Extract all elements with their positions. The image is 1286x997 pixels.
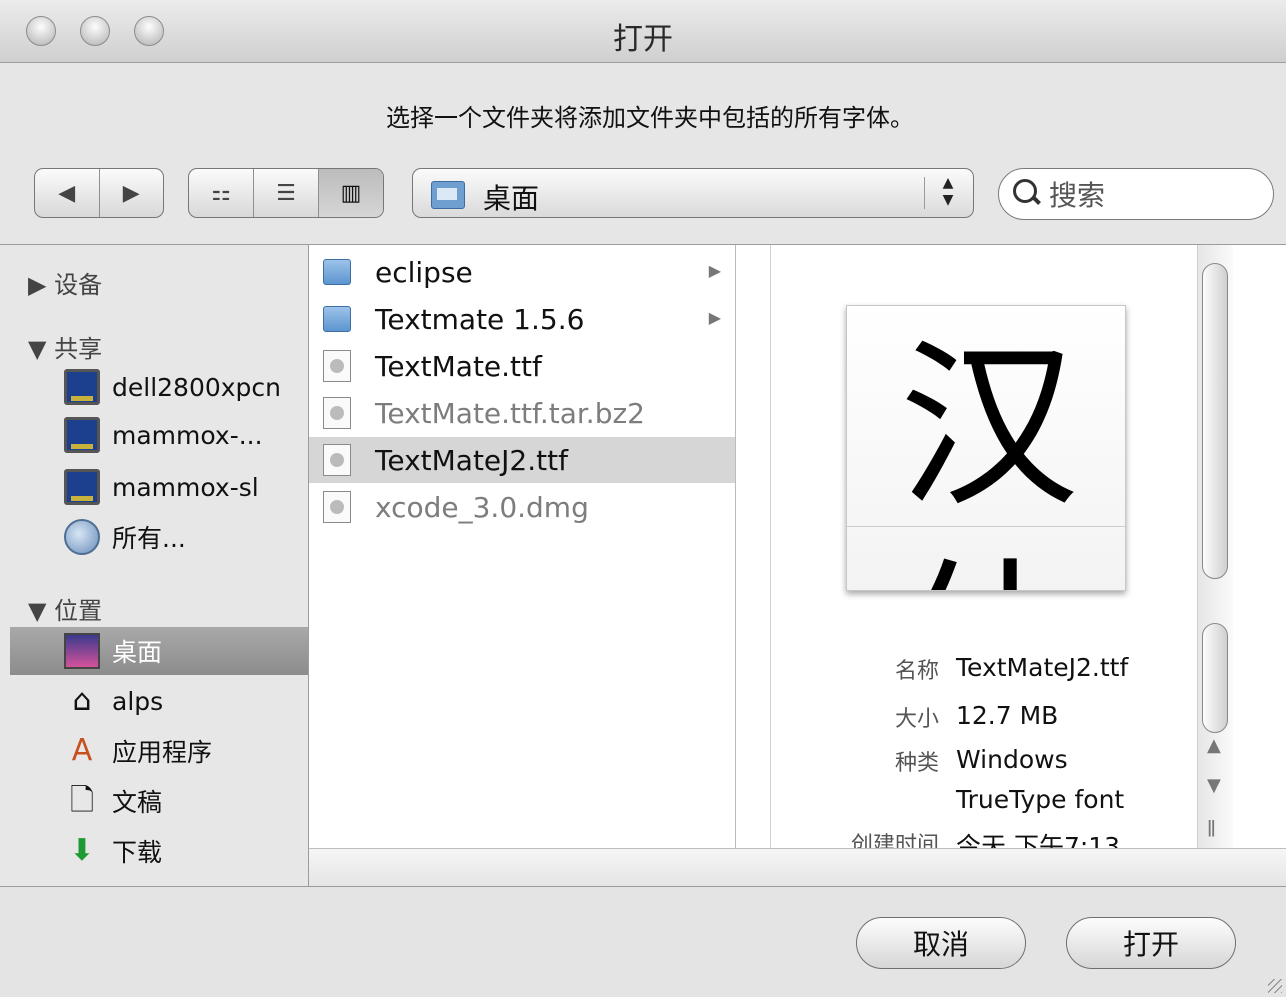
info-created-row: 创建时间 今天 下午7:13 bbox=[850, 832, 1121, 848]
applications-icon: A bbox=[71, 733, 93, 768]
file-item-eclipse[interactable]: eclipse ▶ bbox=[309, 249, 735, 295]
disclosure-arrow-icon: ▶ bbox=[708, 308, 721, 327]
folder-icon bbox=[323, 259, 351, 285]
file-item-xcode-dmg[interactable]: xcode_3.0.dmg bbox=[309, 484, 735, 530]
disclosure-expanded-icon: ▼ bbox=[28, 597, 55, 625]
horizontal-scrollbar[interactable] bbox=[309, 848, 1286, 888]
dialog-footer: 取消 打开 bbox=[0, 886, 1286, 997]
search-input[interactable] bbox=[1047, 175, 1261, 215]
location-label: 桌面 bbox=[483, 182, 540, 215]
file-item-textmate-folder[interactable]: Textmate 1.5.6 ▶ bbox=[309, 296, 735, 342]
column-view-button[interactable]: ▥ bbox=[319, 169, 383, 217]
view-mode-segment: ⚏ ☰ ▥ bbox=[188, 168, 384, 218]
sidebar: ▶ 设备 ▼ 共享 dell2800xpcn mammox-... mammox… bbox=[0, 245, 309, 887]
disclosure-arrow-icon: ▶ bbox=[708, 261, 721, 280]
sidebar-item-applications[interactable]: A 应用程序 bbox=[10, 727, 308, 775]
list-view-icon: ☰ bbox=[276, 180, 296, 206]
open-button[interactable]: 打开 bbox=[1066, 917, 1236, 969]
back-arrow-icon: ◀ bbox=[58, 180, 76, 206]
icon-view-icon: ⚏ bbox=[211, 180, 231, 206]
desktop-icon bbox=[64, 633, 100, 669]
monitor-icon bbox=[64, 469, 100, 505]
list-view-button[interactable]: ☰ bbox=[254, 169, 319, 217]
folder-icon bbox=[431, 181, 465, 209]
column-resize-handle[interactable]: ǁ bbox=[1207, 817, 1216, 838]
monitor-icon bbox=[64, 369, 100, 405]
font-preview-glyph: 汉体 bbox=[898, 323, 1079, 590]
font-file-icon bbox=[323, 444, 351, 476]
globe-icon bbox=[64, 519, 100, 555]
spacer-column bbox=[736, 245, 771, 848]
back-button[interactable]: ◀ bbox=[35, 169, 100, 217]
font-preview-image: 汉体 bbox=[846, 305, 1126, 591]
documents-icon: 🗋 bbox=[69, 783, 95, 818]
sidebar-item-downloads[interactable]: ⬇ 下载 bbox=[10, 827, 308, 875]
sidebar-item-all-shared[interactable]: 所有... bbox=[10, 513, 308, 561]
archive-file-icon bbox=[323, 397, 351, 429]
scroll-thumb[interactable] bbox=[1202, 263, 1228, 579]
location-popup[interactable]: 桌面 ▲ ▼ bbox=[412, 168, 974, 218]
window-title: 打开 bbox=[613, 22, 673, 57]
popup-stepper-icon: ▲ ▼ bbox=[942, 175, 954, 208]
disclosure-collapsed-icon: ▶ bbox=[28, 271, 55, 299]
sidebar-item-documents[interactable]: 🗋 文稿 bbox=[10, 777, 308, 825]
cancel-button[interactable]: 取消 bbox=[856, 917, 1026, 969]
places-header[interactable]: ▼ 位置 bbox=[28, 591, 102, 626]
file-browser: ▶ 设备 ▼ 共享 dell2800xpcn mammox-... mammox… bbox=[0, 244, 1286, 888]
sidebar-item-alps[interactable]: ⌂ alps bbox=[10, 677, 308, 725]
font-file-icon bbox=[323, 350, 351, 382]
forward-button[interactable]: ▶ bbox=[100, 169, 164, 217]
dialog-prompt: 选择一个文件夹将添加文件夹中包括的所有字体。 bbox=[386, 104, 914, 132]
search-field[interactable] bbox=[998, 168, 1274, 220]
file-column: eclipse ▶ Textmate 1.5.6 ▶ TextMate.ttf … bbox=[309, 245, 736, 848]
home-icon: ⌂ bbox=[72, 683, 92, 718]
search-icon bbox=[1013, 179, 1037, 203]
column-view-icon: ▥ bbox=[340, 180, 362, 206]
scroll-down-arrow-icon[interactable]: ▼ bbox=[1207, 775, 1221, 796]
preview-pane: 汉体 名称 TextMateJ2.ttf 大小 12.7 MB 种类 Windo… bbox=[771, 245, 1197, 848]
monitor-icon bbox=[64, 417, 100, 453]
vertical-scrollbar[interactable]: ▲ ▼ ǁ bbox=[1197, 245, 1233, 848]
sidebar-item-dell2800xpcn[interactable]: dell2800xpcn bbox=[10, 363, 308, 411]
file-item-textmate-ttf[interactable]: TextMate.ttf bbox=[309, 343, 735, 389]
file-item-textmate-tarbz2[interactable]: TextMate.ttf.tar.bz2 bbox=[309, 390, 735, 436]
icon-view-button[interactable]: ⚏ bbox=[189, 169, 254, 217]
devices-header[interactable]: ▶ 设备 bbox=[28, 265, 102, 300]
scroll-up-arrow-icon[interactable]: ▲ bbox=[1207, 735, 1221, 756]
disk-image-icon bbox=[323, 491, 351, 523]
folder-icon bbox=[323, 306, 351, 332]
sidebar-item-mammox-sl[interactable]: mammox-sl bbox=[10, 463, 308, 511]
forward-arrow-icon: ▶ bbox=[122, 180, 140, 206]
downloads-icon: ⬇ bbox=[69, 833, 95, 868]
shared-header[interactable]: ▼ 共享 bbox=[28, 329, 102, 364]
sidebar-item-desktop[interactable]: 桌面 bbox=[10, 627, 308, 675]
resize-grip-icon[interactable] bbox=[1268, 979, 1282, 993]
title-bar: 打开 bbox=[0, 0, 1286, 63]
disclosure-expanded-icon: ▼ bbox=[28, 335, 55, 363]
sidebar-item-mammox-1[interactable]: mammox-... bbox=[10, 411, 308, 459]
nav-segment: ◀ ▶ bbox=[34, 168, 164, 218]
next-column bbox=[1233, 245, 1286, 848]
file-item-textmatej2-ttf[interactable]: TextMateJ2.ttf bbox=[309, 437, 735, 483]
open-dialog: 打开 选择一个文件夹将添加文件夹中包括的所有字体。 ◀ ▶ ⚏ ☰ ▥ 桌面 ▲… bbox=[0, 0, 1286, 997]
